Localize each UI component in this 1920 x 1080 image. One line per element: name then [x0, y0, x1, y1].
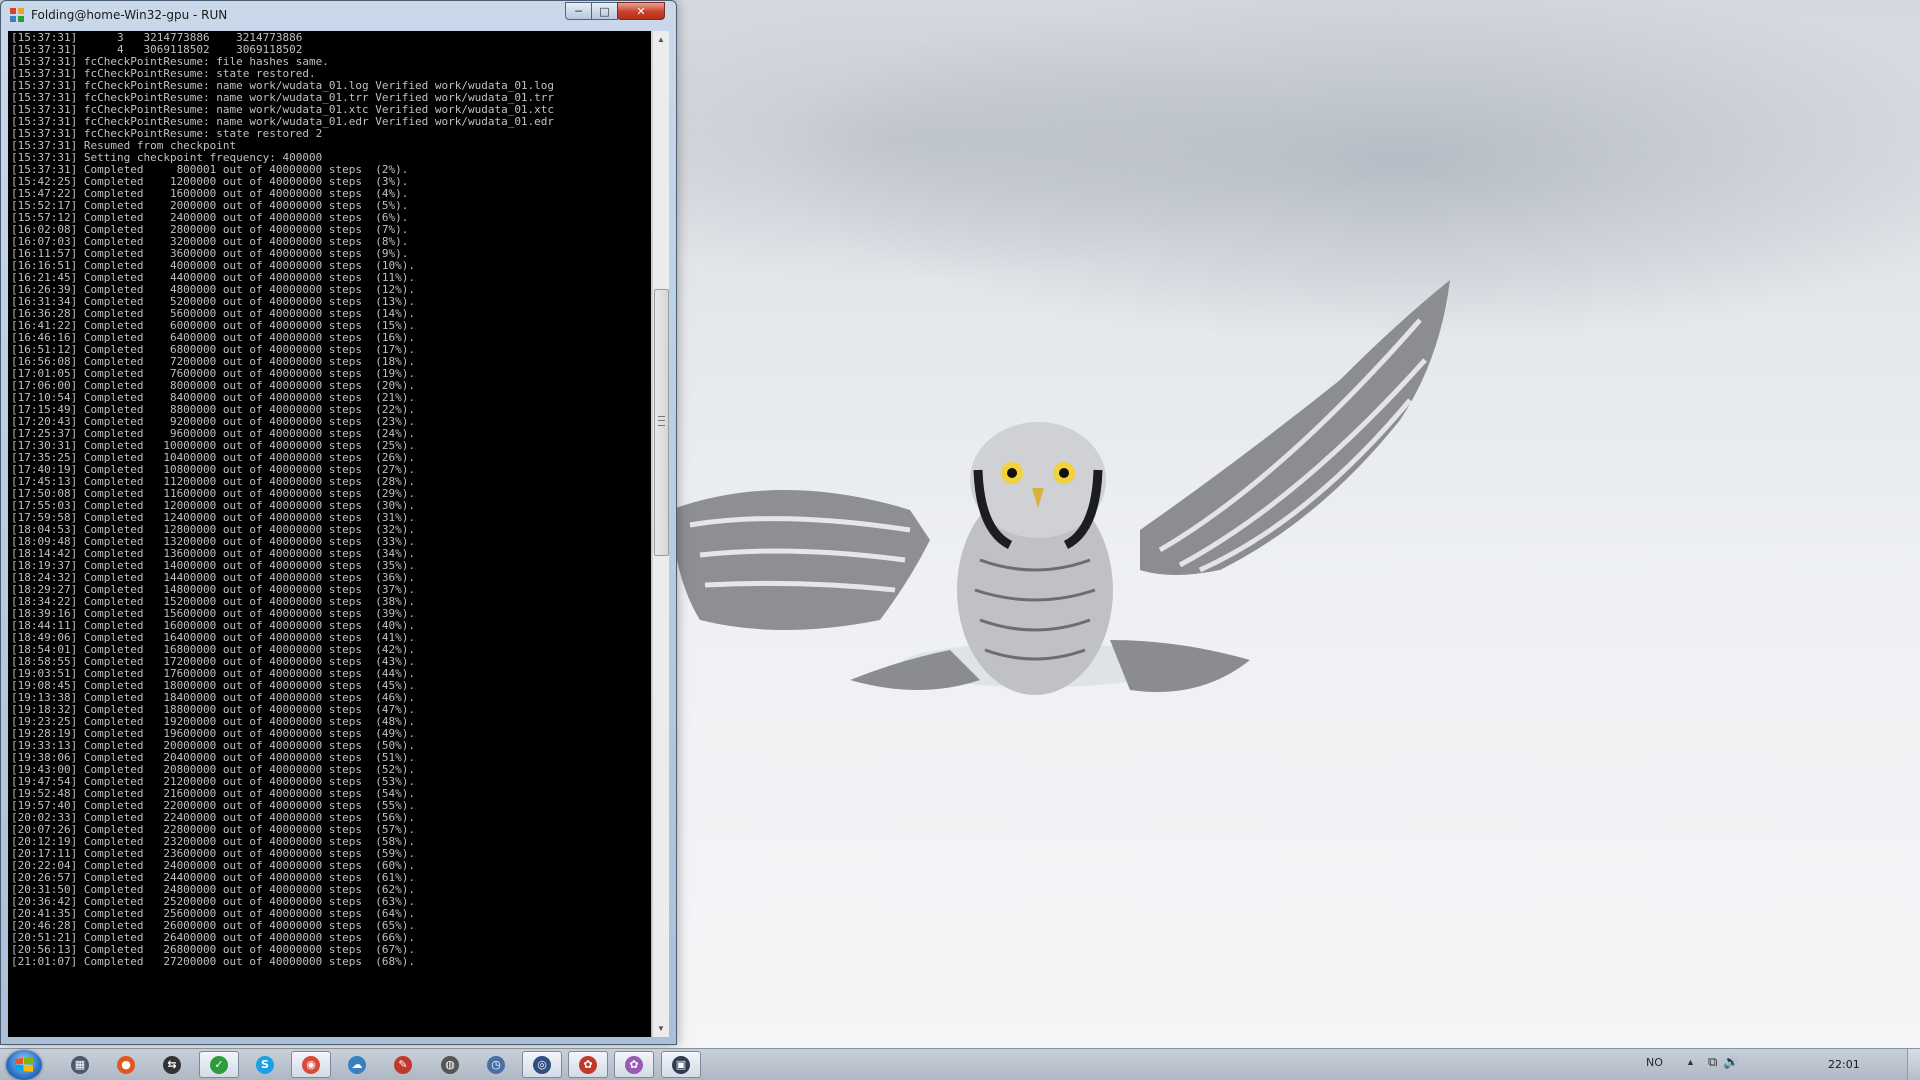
tray-network-volume-icon[interactable]: ⧉🔊 — [1708, 1055, 1745, 1070]
taskbar-app-green-icon: ✓ — [210, 1055, 228, 1074]
scrollbar-grip-icon — [658, 416, 665, 426]
start-button[interactable] — [6, 1050, 42, 1080]
console-scrollbar[interactable]: ▲ ▼ — [652, 31, 669, 1037]
taskbar-app-folding[interactable]: ✿ — [568, 1051, 608, 1078]
taskbar-app-chrome-icon: ◉ — [302, 1055, 320, 1074]
taskbar-app-skype[interactable]: S — [245, 1051, 285, 1078]
taskbar-app-console-icon: ▣ — [672, 1055, 690, 1074]
taskbar-app-skype-icon: S — [256, 1055, 274, 1074]
taskbar-app-console[interactable]: ▣ — [661, 1051, 701, 1078]
taskbar-app-folding-icon: ✿ — [579, 1055, 597, 1074]
scroll-down-arrow-icon[interactable]: ▼ — [653, 1020, 669, 1037]
show-desktop-button[interactable] — [1907, 1049, 1920, 1080]
taskbar-app-network[interactable]: ☁ — [337, 1051, 377, 1078]
window-titlebar[interactable]: Folding@home-Win32-gpu - RUN ─ □ ✕ — [1, 1, 676, 29]
taskbar-app-pen-icon: ✎ — [394, 1055, 412, 1074]
console-output-area[interactable]: [15:37:31] 3 3214773886 3214773886 [15:37… — [8, 31, 651, 1037]
taskbar-app-tools[interactable]: ⇆ — [152, 1051, 192, 1078]
taskbar-app-folding2[interactable]: ✿ — [614, 1051, 654, 1078]
taskbar-app-tools-icon: ⇆ — [163, 1055, 181, 1074]
scroll-up-arrow-icon[interactable]: ▲ — [653, 31, 669, 48]
folding-app-icon — [10, 8, 24, 22]
owl-wallpaper-image — [670, 280, 1450, 695]
taskbar-app-green[interactable]: ✓ — [199, 1051, 239, 1078]
taskbar-app-chrome[interactable]: ◉ — [291, 1051, 331, 1078]
maximize-button[interactable]: □ — [591, 2, 618, 20]
console-line: [21:01:07] Completed 27200000 out of 400… — [11, 955, 415, 968]
taskbar-app-media-icon: ● — [117, 1055, 135, 1074]
taskbar-app-clock-icon: ◷ — [487, 1055, 505, 1074]
minimize-button[interactable]: ─ — [565, 2, 592, 20]
close-button[interactable]: ✕ — [617, 2, 665, 20]
show-hidden-icons-icon[interactable]: ▲ — [1686, 1057, 1695, 1067]
console-log: [15:37:31] 3 3214773886 3214773886 [15:37… — [8, 31, 651, 968]
taskbar-app-steam-icon: ◎ — [533, 1055, 551, 1074]
taskbar-app-mouse-icon: ◍ — [441, 1055, 459, 1074]
taskbar-app-clock[interactable]: ◷ — [476, 1051, 516, 1078]
tray-clock[interactable]: 22:01 — [1828, 1058, 1860, 1071]
language-indicator[interactable]: NO — [1646, 1056, 1663, 1069]
console-window[interactable]: Folding@home-Win32-gpu - RUN ─ □ ✕ [15:3… — [0, 0, 677, 1045]
taskbar-app-explorer-icon: ▦ — [71, 1055, 89, 1074]
taskbar-app-steam[interactable]: ◎ — [522, 1051, 562, 1078]
taskbar-app-folding2-icon: ✿ — [625, 1055, 643, 1074]
taskbar-app-pen[interactable]: ✎ — [383, 1051, 423, 1078]
windows-logo-icon — [15, 1057, 33, 1072]
taskbar-app-network-icon: ☁ — [348, 1055, 366, 1074]
taskbar-app-media[interactable]: ● — [106, 1051, 146, 1078]
window-title: Folding@home-Win32-gpu - RUN — [31, 8, 228, 22]
taskbar-app-explorer[interactable]: ▦ — [60, 1051, 100, 1078]
taskbar: ▦ ● ⇆ ✓ S ◉ ☁ ✎ ◍ ◷ ◎ ✿ ✿ ▣ NO ▲ ⧉🔊 22:01 — [0, 1048, 1920, 1080]
taskbar-app-mouse[interactable]: ◍ — [430, 1051, 470, 1078]
system-tray: NO ▲ ⧉🔊 22:01 — [1630, 1049, 1920, 1080]
scrollbar-thumb[interactable] — [654, 289, 669, 556]
